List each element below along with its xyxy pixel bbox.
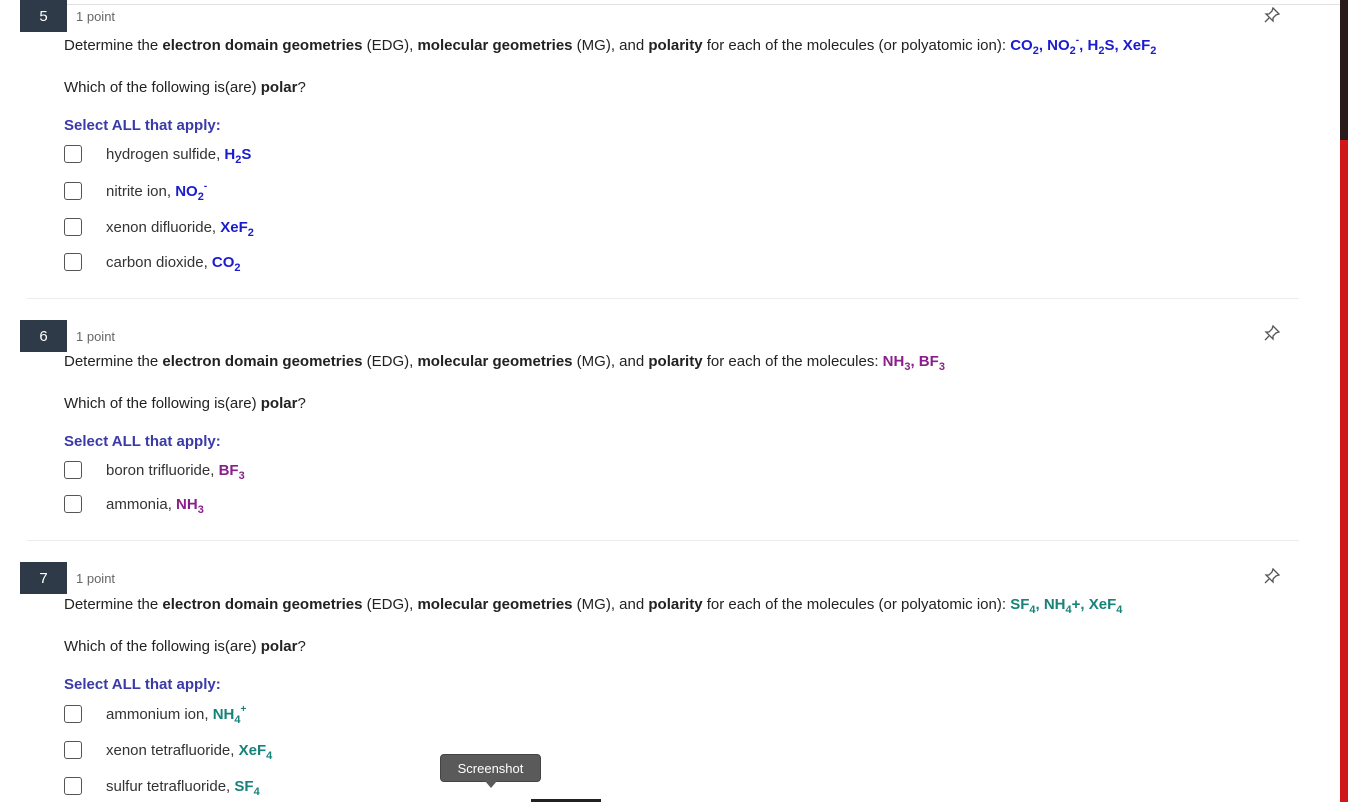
scrollbar[interactable] <box>1340 0 1348 802</box>
question-prompt: Which of the following is(are) polar? <box>64 395 306 412</box>
option-no2[interactable]: nitrite ion, NO2- <box>64 180 207 203</box>
molecule-list: NH3, BF3 <box>882 353 945 373</box>
question-points: 1 point <box>76 9 116 24</box>
divider <box>27 540 1299 542</box>
molecule-list: SF4, NH4+, XeF4 <box>1010 596 1123 616</box>
question-prompt: Which of the following is(are) polar? <box>64 79 306 96</box>
option-bf3[interactable]: boron trifluoride, BF3 <box>64 459 245 482</box>
pin-icon[interactable] <box>1263 6 1281 24</box>
question-prompt: Which of the following is(are) polar? <box>64 638 306 655</box>
option-co2[interactable]: carbon dioxide, CO2 <box>64 251 241 274</box>
divider <box>67 4 1340 5</box>
question-points: 1 point <box>76 329 116 344</box>
option-h2s[interactable]: hydrogen sulfide, H2S <box>64 143 251 166</box>
checkbox[interactable] <box>64 253 82 271</box>
option-nh3[interactable]: ammonia, NH3 <box>64 493 204 516</box>
pin-icon[interactable] <box>1263 567 1281 585</box>
checkbox[interactable] <box>64 741 82 759</box>
checkbox[interactable] <box>64 461 82 479</box>
checkbox[interactable] <box>64 777 82 795</box>
quiz-page: 5 1 point Determine the electron domain … <box>0 0 1348 802</box>
option-xef4[interactable]: xenon tetrafluoride, XeF4 <box>64 739 272 762</box>
pin-icon[interactable] <box>1263 324 1281 342</box>
question-number: 6 <box>20 320 67 352</box>
checkbox[interactable] <box>64 145 82 163</box>
question-number: 7 <box>20 562 67 594</box>
molecule-list: CO2, NO2-, H2S, XeF2 <box>1010 35 1157 57</box>
checkbox[interactable] <box>64 705 82 723</box>
question-text: Determine the electron domain geometries… <box>64 353 945 373</box>
checkbox[interactable] <box>64 182 82 200</box>
question-text: Determine the electron domain geometries… <box>64 35 1157 57</box>
option-nh4[interactable]: ammonium ion, NH4+ <box>64 703 246 726</box>
question-number: 5 <box>20 0 67 32</box>
screenshot-tooltip[interactable]: Screenshot <box>440 754 541 788</box>
select-all-label: Select ALL that apply: <box>64 676 221 693</box>
scrollbar-top <box>1340 0 1348 140</box>
select-all-label: Select ALL that apply: <box>64 433 221 450</box>
checkbox[interactable] <box>64 495 82 513</box>
option-xef2[interactable]: xenon difluoride, XeF2 <box>64 216 254 239</box>
divider <box>27 298 1299 300</box>
checkbox[interactable] <box>64 218 82 236</box>
question-text: Determine the electron domain geometries… <box>64 596 1123 616</box>
option-sf4[interactable]: sulfur tetrafluoride, SF4 <box>64 775 260 798</box>
select-all-label: Select ALL that apply: <box>64 117 221 134</box>
question-points: 1 point <box>76 571 116 586</box>
